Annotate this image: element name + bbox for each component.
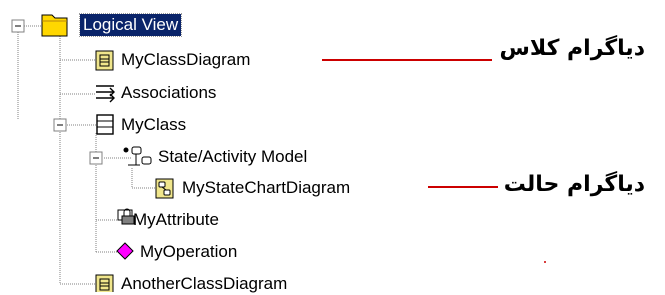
collapse-toggle-state-activity[interactable] (89, 151, 103, 165)
class-diagram-icon (95, 274, 114, 292)
collapse-toggle-myclass[interactable] (53, 118, 67, 132)
statechart-diagram-icon (155, 178, 174, 199)
folder-icon (41, 14, 68, 37)
tree-item-state-activity-model[interactable]: State/Activity Model (158, 146, 307, 168)
attribute-icon (117, 208, 135, 225)
tree-item-associations[interactable]: Associations (121, 82, 216, 104)
collapse-toggle-root[interactable] (11, 19, 25, 33)
class-icon (96, 114, 114, 135)
tree-item-operation[interactable]: MyOperation (140, 241, 237, 263)
class-diagram-icon (95, 50, 114, 71)
tree-item-statechart-diagram[interactable]: MyStateChartDiagram (182, 177, 350, 199)
associations-icon (96, 85, 115, 103)
tree-item-myclass[interactable]: MyClass (121, 114, 186, 136)
state-activity-model-icon (123, 146, 152, 166)
tree-item-class-diagram[interactable]: MyClassDiagram (121, 49, 250, 71)
operation-icon (116, 242, 134, 260)
annotation-class-diagram: دیاگرام کلاس (499, 36, 645, 61)
tree-item-root[interactable]: Logical View (78, 13, 183, 37)
annotation-statechart-diagram: دیاگرام حالت (503, 172, 645, 197)
tree-item-attribute[interactable]: MyAttribute (133, 209, 219, 231)
stray-dot (544, 261, 546, 263)
